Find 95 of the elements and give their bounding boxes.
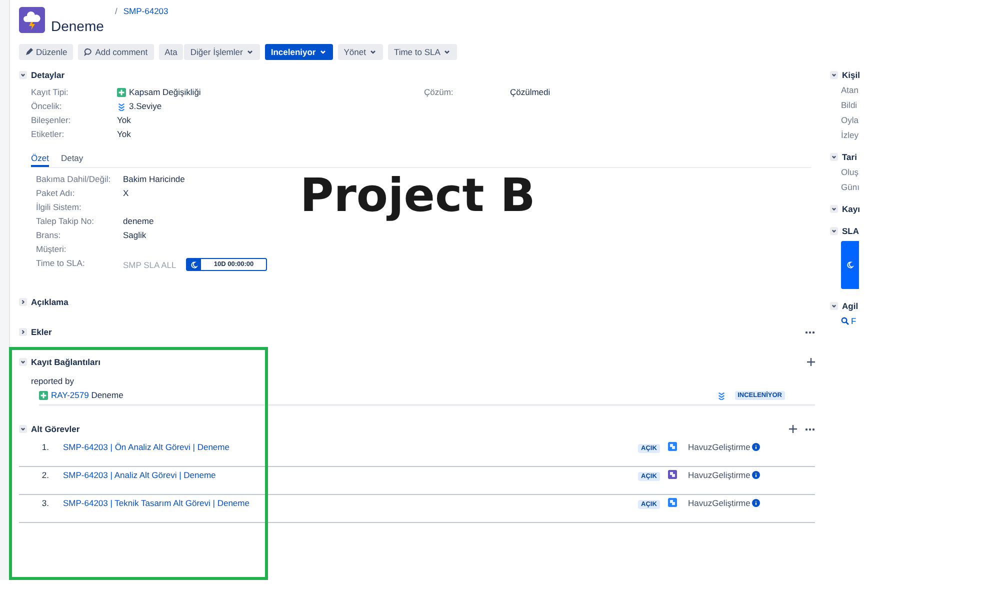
chevron-icon[interactable] [19, 328, 27, 336]
caret-icon [246, 48, 254, 56]
field-value: X [123, 188, 130, 198]
info-icon[interactable] [752, 471, 760, 479]
field-label: Oluş [841, 167, 860, 177]
info-icon[interactable] [752, 499, 760, 507]
comment-icon [84, 48, 92, 56]
tab[interactable]: Özet [31, 153, 49, 167]
chevron-icon[interactable] [830, 302, 838, 310]
moon-icon [846, 261, 854, 269]
field-label: Öncelik: [31, 101, 63, 111]
field-label: İzley [841, 130, 860, 140]
section-title: Alt Görevler [31, 424, 80, 434]
field-label: Bakıma Dahil/Değil: [36, 174, 112, 184]
status-button[interactable]: Inceleniyor [264, 44, 333, 60]
field-label: Oyla [841, 115, 860, 125]
toolbar-button[interactable]: Düzenle [19, 44, 74, 60]
team-name: HavuzGeliştirme [688, 498, 750, 508]
overlay-label: Project B [300, 168, 536, 222]
field-value: deneme [123, 216, 155, 226]
caret-icon [318, 48, 327, 56]
add-icon[interactable] [789, 425, 797, 433]
field-label: Çözüm: [424, 87, 454, 97]
subtask-link[interactable]: SMP-64203 | Ön Analiz Alt Görevi | Deneme [63, 442, 638, 452]
chevron-icon[interactable] [830, 71, 838, 79]
section-title: Kişil [842, 70, 860, 80]
toolbar-button[interactable]: Ata [158, 44, 184, 60]
linked-issue-key[interactable]: RAY-2579 [51, 390, 89, 400]
plus-square-icon [117, 88, 126, 96]
section-title: Açıklama [31, 297, 68, 307]
field-label: Bildi [841, 100, 858, 110]
priority-chevrons-icon [117, 102, 126, 110]
priority-chevrons-icon [716, 390, 726, 400]
team-name: HavuzGeliştirme [688, 470, 750, 480]
issue-key-link[interactable]: SMP-64203 [123, 6, 168, 16]
info-icon[interactable] [752, 443, 760, 451]
field-label: Atan [841, 85, 860, 95]
field-label: Bileşenler: [31, 115, 72, 125]
chevron-icon[interactable] [19, 298, 27, 306]
team-name: HavuzGeliştirme [688, 442, 750, 452]
field-label: Kayıt Tipi: [31, 87, 70, 97]
field-value: 3.Seviye [129, 101, 162, 111]
field-value: Saglik [123, 230, 148, 240]
chevron-icon[interactable] [830, 153, 838, 161]
field-value: Kapsam Değişikliği [129, 87, 201, 97]
moon-icon [190, 260, 198, 268]
chevron-icon[interactable] [19, 358, 27, 366]
more-actions-icon[interactable] [805, 330, 815, 334]
field-label: Günı [841, 182, 860, 192]
search-link[interactable]: F [851, 316, 856, 326]
field-label: Etiketler: [31, 129, 66, 139]
field-label: Talep Takip No: [36, 216, 95, 226]
section-title: Detaylar [31, 70, 65, 80]
row-number: 2. [40, 470, 50, 480]
subtask-link[interactable]: SMP-64203 | Analiz Alt Görevi | Deneme [63, 470, 638, 480]
more-actions-icon[interactable] [805, 428, 815, 430]
field-value: Bakim Haricinde [123, 174, 186, 184]
sla-name: SMP SLA ALL [123, 260, 176, 270]
linked-issue-summary: Deneme [91, 390, 124, 400]
field-label: Müşteri: [36, 244, 68, 254]
section-title: Kayı [842, 204, 860, 214]
section-title: SLA [842, 226, 859, 236]
section-title: Tari [842, 152, 857, 162]
field-label: Time to SLA: [36, 258, 86, 270]
chevron-icon[interactable] [830, 205, 838, 213]
add-icon[interactable] [807, 358, 815, 366]
issue-title: Deneme [51, 18, 105, 34]
section-title: Kayıt Bağlantıları [31, 357, 100, 367]
subtask-link[interactable]: SMP-64203 | Teknik Tasarım Alt Görevi | Deneme [63, 498, 638, 508]
dropdown-button[interactable]: Diğer İşlemler [184, 44, 260, 60]
search-icon[interactable] [841, 317, 849, 325]
field-label: İlgili Sistem: [36, 202, 82, 212]
caret-icon [368, 48, 377, 56]
breadcrumb-separator: / [115, 6, 118, 16]
field-label: Brans: [36, 230, 62, 240]
row-number: 3. [40, 498, 50, 508]
tab[interactable]: Detay [60, 153, 84, 167]
dropdown-button[interactable]: Time to SLA [388, 44, 458, 60]
pencil-icon [25, 48, 33, 56]
storm-cloud-icon [19, 7, 45, 33]
chevron-icon[interactable] [19, 425, 27, 433]
chevron-icon[interactable] [19, 71, 27, 79]
field-value: Çözülmedi [510, 87, 550, 97]
row-number: 1. [40, 442, 50, 452]
section-title: Ekler [31, 327, 52, 337]
field-value: Yok [117, 129, 131, 139]
toolbar-button[interactable]: Add comment [78, 44, 154, 60]
caret-icon [443, 48, 452, 56]
field-value: Yok [117, 115, 131, 125]
section-title: Agil [842, 301, 858, 311]
dropdown-button[interactable]: Yönet [338, 44, 383, 60]
field-label: Paket Adı: [36, 188, 76, 198]
link-relation: reported by [31, 376, 75, 386]
plus-square-icon [39, 390, 48, 400]
chevron-icon[interactable] [830, 227, 838, 235]
